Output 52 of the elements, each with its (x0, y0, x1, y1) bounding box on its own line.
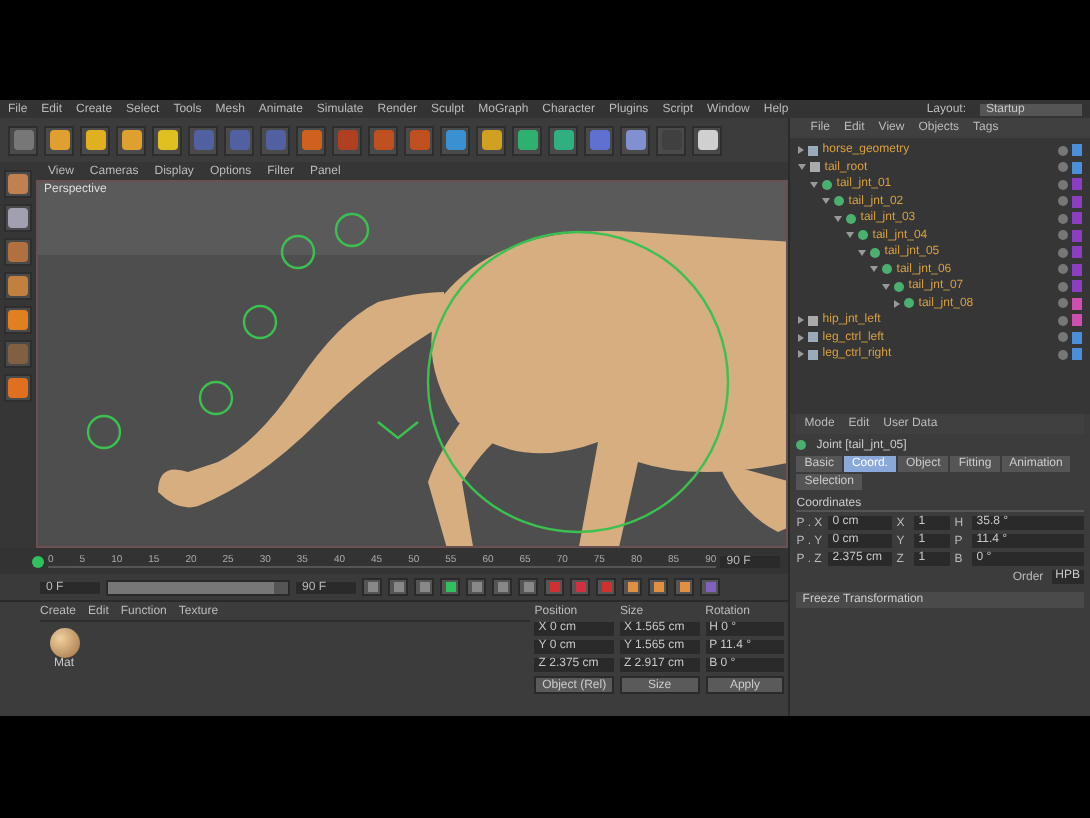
tag-icon[interactable] (1072, 178, 1082, 191)
transport-icon (523, 582, 533, 592)
transport-icon (367, 582, 377, 592)
transport-icon (419, 582, 429, 592)
range-slider-fill[interactable] (108, 581, 274, 593)
tool-button[interactable] (4, 204, 32, 232)
null-object-icon (810, 162, 821, 173)
tag-icon[interactable] (1072, 246, 1082, 259)
tool-button[interactable] (44, 125, 74, 155)
transport-icon (653, 582, 663, 592)
transport-icon (601, 582, 611, 592)
transport-icon (549, 582, 559, 592)
transport-icon (705, 582, 715, 592)
tool-button[interactable] (4, 306, 32, 334)
playhead-icon[interactable] (32, 555, 44, 567)
tag-icon[interactable] (1072, 195, 1082, 208)
tool-button[interactable] (476, 125, 506, 155)
joint-object-icon (796, 440, 807, 450)
transport-icon (445, 582, 455, 592)
mesh-object-icon (808, 145, 819, 156)
tag-icon[interactable] (1072, 314, 1082, 327)
tool-button[interactable] (80, 125, 110, 155)
tool-button[interactable] (512, 125, 542, 155)
transport-icon (679, 582, 689, 592)
tag-icon[interactable] (1072, 348, 1082, 361)
tag-icon[interactable] (1072, 263, 1082, 276)
tool-button[interactable] (4, 170, 32, 198)
tool-button[interactable] (152, 125, 182, 155)
tool-button[interactable] (116, 125, 146, 155)
null-object-icon (808, 315, 819, 326)
tag-icon[interactable] (1072, 331, 1082, 344)
transport-icon (471, 582, 481, 592)
transport-icon (393, 582, 403, 592)
control-circles-drawing[interactable] (86, 212, 419, 450)
tag-icon[interactable] (1072, 144, 1082, 157)
material-swatch[interactable] (49, 628, 79, 658)
tool-button[interactable] (4, 374, 32, 402)
tool-button[interactable] (440, 125, 470, 155)
tool-button[interactable] (692, 125, 722, 155)
tag-icon[interactable] (1072, 229, 1082, 242)
transport-icon (497, 582, 507, 592)
transport-icon (575, 582, 585, 592)
tag-icon[interactable] (1072, 297, 1082, 310)
tag-icon[interactable] (1072, 280, 1082, 293)
range-slider[interactable] (106, 579, 290, 595)
tag-icon[interactable] (1072, 161, 1082, 174)
tag-icon[interactable] (1072, 212, 1082, 225)
transport-icon (627, 582, 637, 592)
rig-control-circle[interactable] (426, 230, 730, 534)
tool-button[interactable] (620, 125, 650, 155)
tool-button[interactable] (4, 272, 32, 300)
tool-button[interactable] (548, 125, 578, 155)
